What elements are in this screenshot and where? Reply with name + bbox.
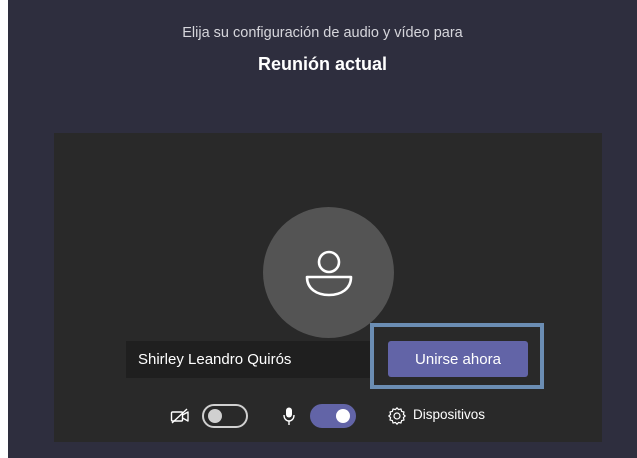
avatar — [263, 207, 394, 338]
camera-off-icon[interactable] — [170, 407, 190, 425]
camera-toggle[interactable] — [202, 404, 248, 428]
join-now-button[interactable]: Unirse ahora — [388, 341, 528, 377]
video-preview-panel: Unirse ahora — [54, 133, 602, 442]
gear-icon[interactable] — [387, 406, 407, 426]
camera-toggle-knob — [208, 409, 222, 423]
meeting-prejoin-window: Elija su configuración de audio y vídeo … — [8, 0, 637, 458]
device-controls-bar: Dispositivos — [54, 401, 602, 431]
devices-button[interactable]: Dispositivos — [413, 407, 485, 422]
display-name-field[interactable] — [126, 341, 370, 378]
prejoin-subtitle: Elija su configuración de audio y vídeo … — [182, 25, 463, 41]
microphone-toggle-knob — [336, 409, 350, 423]
microphone-icon[interactable] — [282, 406, 296, 426]
microphone-toggle[interactable] — [310, 404, 356, 428]
meeting-title: Reunión actual — [257, 54, 387, 74]
person-icon — [305, 250, 352, 296]
